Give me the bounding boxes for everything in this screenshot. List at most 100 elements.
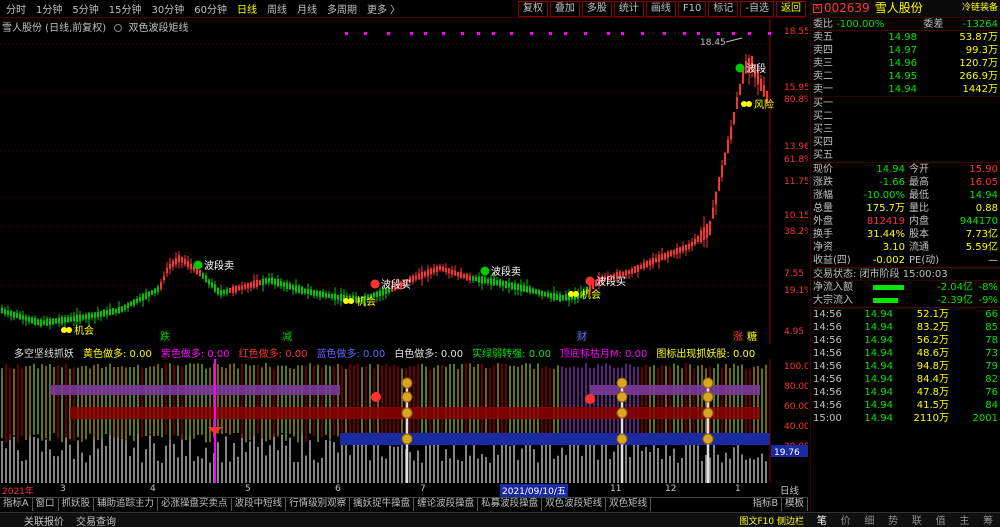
side-tab-0[interactable]: 笔	[817, 512, 827, 527]
ask-row-1: 卖四 14.97 99.3万	[811, 44, 1000, 57]
top-marker-dot	[683, 32, 686, 35]
period-2[interactable]: 5分钟	[72, 1, 98, 16]
flow-label-0: 净流入额	[813, 282, 853, 293]
candle-body	[697, 235, 699, 242]
candle-body	[709, 220, 711, 236]
indicator-tab-6[interactable]: 行情级别观察	[286, 498, 351, 511]
top-marker-dot	[564, 32, 567, 35]
side-tab-2[interactable]: 细	[864, 512, 874, 527]
toolbar-button-2[interactable]: 多股	[581, 0, 612, 17]
candle-body	[319, 291, 321, 297]
candle-body	[118, 306, 120, 314]
candle-body	[490, 278, 492, 285]
bid-label-4: 买五	[813, 150, 833, 161]
indicator-tab-11[interactable]: 双色矩线	[606, 498, 652, 511]
candle-body	[253, 280, 255, 288]
period-9[interactable]: 多周期	[327, 1, 357, 16]
stat-label2-7: PE(动)	[909, 255, 940, 266]
stat-value2-3: 0.88	[975, 203, 998, 214]
signal-icon-4	[735, 63, 745, 73]
tick-price-8: 14.94	[864, 413, 893, 424]
indicator-tab-extra-1[interactable]: 模板	[782, 498, 808, 511]
top-marker-dot	[477, 32, 480, 35]
candle-body	[208, 279, 210, 285]
side-tab-3[interactable]: 势	[888, 512, 898, 527]
toolbar-button-7[interactable]: -自选	[740, 0, 774, 17]
period-6[interactable]: 日线	[237, 1, 257, 16]
bid-row-1: 买二	[811, 110, 1000, 123]
top-marker-dot	[442, 32, 445, 35]
side-tab-4[interactable]: 联	[912, 512, 922, 527]
tick-time-1: 14:56	[813, 322, 842, 333]
indicator-tab-9[interactable]: 私募波段操盘	[478, 498, 543, 511]
side-tab-1[interactable]: 价	[841, 512, 851, 527]
toolbar-button-1[interactable]: 叠加	[549, 0, 580, 17]
period-8[interactable]: 月线	[297, 1, 317, 16]
period-5[interactable]: 60分钟	[194, 1, 227, 16]
flow-value-0: -2.04亿	[937, 282, 973, 293]
period-3[interactable]: 15分钟	[109, 1, 142, 16]
tick-vol-4: 94.8万	[916, 361, 949, 372]
indicator-tab-5[interactable]: 波段中短线	[232, 498, 287, 511]
toolbar-button-6[interactable]: 标记	[708, 0, 739, 17]
toolbar-button-5[interactable]: F10	[677, 0, 707, 17]
period-0[interactable]: 分时	[6, 1, 26, 16]
indicator-tab-2[interactable]: 抓妖股	[59, 498, 95, 511]
indicator-tab-7[interactable]: 擒妖捉牛操盘	[350, 498, 415, 511]
toolbar-button-4[interactable]: 画线	[645, 0, 676, 17]
candle-body	[139, 296, 141, 302]
tick-row-5: 14:56 14.94 84.4万 82	[811, 373, 1000, 386]
f10-sidebar-link[interactable]: 图文F10 侧边栏	[740, 514, 805, 527]
period-1[interactable]: 1分钟	[36, 1, 62, 16]
candle-body	[58, 317, 60, 324]
candle-body	[334, 293, 336, 300]
top-marker-dot	[387, 32, 390, 35]
candle-body	[469, 275, 471, 281]
side-tab-7[interactable]: 筹	[983, 512, 993, 527]
tick-row-0: 14:56 14.94 52.1万 66	[811, 308, 1000, 321]
candle-body	[61, 316, 63, 324]
candle-body	[529, 287, 531, 293]
stat-row-7: 收益(四) -0.002 PE(动) —	[811, 254, 1000, 267]
period-10[interactable]: 更多 〉	[367, 1, 400, 16]
indicator-chart[interactable]: 100.0080.0060.0040.0020.0019.76	[0, 359, 808, 483]
tick-row-1: 14:56 14.94 83.2万 85	[811, 321, 1000, 334]
tick-count-6: 76	[985, 387, 998, 398]
indicator-tab-1[interactable]: 窗口	[33, 498, 59, 511]
side-tab-6[interactable]: 主	[959, 512, 969, 527]
indicator-tab-10[interactable]: 双色波段矩线	[542, 498, 607, 511]
ask-row-2: 卖三 14.96 120.7万	[811, 57, 1000, 70]
indicator-tab-8[interactable]: 缠论波段操盘	[414, 498, 479, 511]
trade-query-link[interactable]: 交易查询	[76, 513, 116, 527]
candle-body	[703, 227, 705, 240]
chart-indicator-name[interactable]: 双色波段矩线	[129, 23, 189, 34]
stock-tag[interactable]: 冷链装备	[962, 0, 998, 17]
chart-settings-icon[interactable]	[114, 24, 123, 32]
period-7[interactable]: 周线	[267, 1, 287, 16]
toolbar-button-0[interactable]: 复权	[517, 0, 548, 17]
toolbar-button-8[interactable]: 返回	[776, 0, 806, 17]
bid-row-4: 买五	[811, 149, 1000, 162]
candlestick-chart[interactable]: 18.55 15.95 13.96 11.75 10.15 7.55 4.95 80.8% 61…	[0, 18, 808, 344]
indicator-tab-4[interactable]: 必涨操盘买卖点	[158, 498, 232, 511]
tick-time-8: 15:00	[813, 413, 842, 424]
related-quote-link[interactable]: 关联报价	[24, 513, 64, 527]
toolbar-button-3[interactable]: 统计	[613, 0, 644, 17]
tick-price-4: 14.94	[864, 361, 893, 372]
indicator-tab-extra-0[interactable]: 指标B	[749, 498, 782, 511]
indicator-name[interactable]: 多空坚线抓妖	[0, 345, 74, 360]
signal-icon-3	[585, 276, 595, 286]
candle-body	[292, 285, 294, 290]
candle-body	[133, 299, 135, 306]
candle-body	[79, 314, 81, 322]
tick-time-2: 14:56	[813, 335, 842, 346]
period-4[interactable]: 30分钟	[151, 1, 184, 16]
indicator-tab-3[interactable]: 辅助追踪主力	[94, 498, 159, 511]
top-marker-dot	[584, 32, 587, 35]
pct-label-3: 19.1%	[784, 286, 808, 296]
indicator-tab-0[interactable]: 指标A	[0, 498, 33, 511]
candle-body	[712, 207, 714, 219]
candle-body	[688, 243, 690, 249]
side-tab-5[interactable]: 值	[936, 512, 946, 527]
candle-body	[505, 280, 507, 288]
